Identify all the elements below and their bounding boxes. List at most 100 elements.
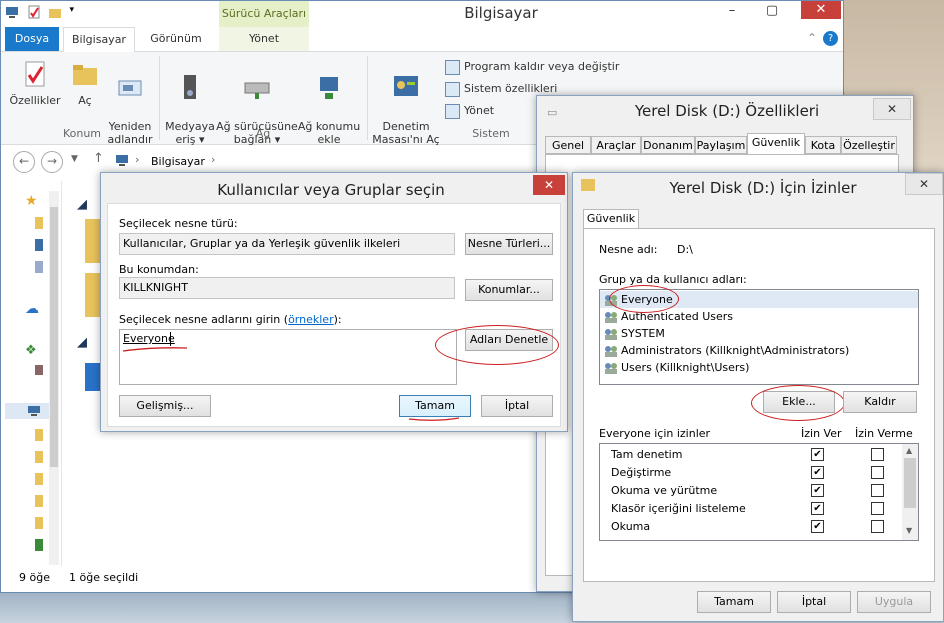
deny-checkbox[interactable] (871, 502, 884, 515)
folder-icon[interactable] (35, 473, 43, 485)
uninstall-program-command[interactable]: Program kaldır veya değiştir (445, 58, 619, 76)
maximize-button[interactable]: ▢ (757, 1, 787, 21)
folder-icon[interactable] (35, 429, 43, 441)
location-group-label: Konum (62, 127, 102, 140)
network-drive-icon (242, 73, 272, 103)
permissions-cancel-button[interactable]: İptal (777, 591, 851, 613)
user-icon[interactable] (35, 365, 43, 375)
folder-icon[interactable] (35, 495, 43, 507)
allow-checkbox[interactable]: ✔ (811, 484, 824, 497)
text-caret (170, 332, 171, 346)
permissions-dialog-title: Yerel Disk (D:) İçin İzinler (669, 179, 857, 197)
ribbon-collapse-icon[interactable]: ⌃ (807, 31, 817, 45)
content-group-header-icon: ◢ (77, 335, 87, 350)
deny-checkbox[interactable] (871, 484, 884, 497)
permissions-close-button[interactable]: ✕ (905, 173, 943, 195)
permission-name: Klasör içeriğini listeleme (611, 502, 746, 515)
tab-hardware[interactable]: Donanım (641, 136, 695, 154)
breadcrumb[interactable]: Bilgisayar (151, 155, 205, 168)
drive-icon[interactable] (35, 539, 43, 551)
help-icon[interactable]: ? (823, 31, 838, 46)
permissions-ok-button[interactable]: Tamam (697, 591, 771, 613)
tab-general[interactable]: Genel (545, 136, 591, 154)
recent-icon[interactable] (35, 261, 43, 273)
rename-icon (115, 73, 145, 103)
media-server-icon (175, 73, 205, 103)
computer-nav-item[interactable] (5, 403, 51, 419)
list-item[interactable]: Users (Killknight\Users) (600, 359, 918, 376)
uninstall-program-label: Program kaldır veya değiştir (464, 60, 620, 73)
open-folder-icon (70, 60, 100, 90)
list-item[interactable]: SYSTEM (600, 325, 918, 342)
back-button[interactable]: ← (13, 151, 35, 173)
recent-locations-icon[interactable]: ▼ (71, 154, 78, 164)
forward-button[interactable]: → (41, 151, 63, 173)
nav-scrollbar-thumb[interactable] (50, 207, 58, 467)
deny-checkbox[interactable] (871, 466, 884, 479)
desktop-icon[interactable] (35, 239, 43, 251)
permissions-dialog: Yerel Disk (D:) İçin İzinler ✕ Güvenlik … (572, 172, 944, 622)
tab-computer[interactable]: Bilgisayar (63, 27, 135, 52)
red-circle-annotation (435, 325, 559, 365)
tab-file[interactable]: Dosya (5, 27, 59, 51)
list-item[interactable]: Administrators (Killknight\Administrator… (600, 342, 918, 359)
tab-security[interactable]: Güvenlik (747, 133, 805, 155)
computer-icon (28, 406, 40, 416)
uninstall-icon (445, 59, 460, 75)
select-dialog-close-button[interactable]: ✕ (533, 175, 565, 195)
tab-quota[interactable]: Kota (805, 136, 841, 154)
scroll-down-icon[interactable]: ▼ (906, 526, 912, 535)
advanced-button[interactable]: Gelişmiş... (119, 395, 211, 417)
tab-customize[interactable]: Özelleştir (841, 136, 897, 154)
scrollbar-thumb[interactable] (904, 458, 916, 508)
chevron-down-icon[interactable]: ▾ (70, 5, 78, 19)
skydrive-cloud-icon[interactable]: ☁ (25, 301, 39, 317)
tab-view[interactable]: Görünüm (141, 27, 211, 51)
tab-manage[interactable]: Yönet (219, 27, 309, 51)
scroll-up-icon[interactable]: ▲ (906, 446, 912, 455)
deny-checkbox[interactable] (871, 448, 884, 461)
properties-button[interactable]: Özellikler (7, 60, 63, 107)
favorites-star-icon[interactable]: ★ (25, 193, 38, 209)
locations-button[interactable]: Konumlar... (465, 279, 553, 301)
select-cancel-button[interactable]: İptal (481, 395, 553, 417)
manage-command[interactable]: Yönet (445, 102, 494, 120)
permission-row: Değiştirme ✔ (599, 463, 899, 481)
object-types-button[interactable]: Nesne Türleri... (465, 233, 553, 255)
up-arrow-icon[interactable]: ↑ (93, 151, 104, 166)
properties-close-button[interactable]: ✕ (873, 98, 911, 120)
deny-checkbox[interactable] (871, 520, 884, 533)
close-button[interactable]: ✕ (801, 1, 841, 19)
ribbon-separator (367, 56, 368, 140)
item-count: 9 öğe (19, 571, 50, 584)
permissions-scrollbar[interactable]: ▲ ▼ (902, 444, 918, 540)
allow-checkbox[interactable]: ✔ (811, 502, 824, 515)
allow-checkbox[interactable]: ✔ (811, 448, 824, 461)
folder-icon[interactable] (35, 517, 43, 529)
nav-scrollbar[interactable] (49, 191, 59, 565)
computer-icon[interactable] (5, 5, 19, 19)
select-ok-button[interactable]: Tamam (399, 395, 471, 417)
examples-link[interactable]: örnekler (288, 313, 334, 326)
tab-tools[interactable]: Araçlar (591, 136, 641, 154)
enter-names-label-text: Seçilecek nesne adlarını girin ( (119, 313, 289, 326)
folder-icon[interactable] (35, 217, 43, 229)
group-name: Administrators (Killknight\Administrator… (621, 344, 850, 357)
open-button[interactable]: Aç (65, 60, 105, 107)
users-group-icon (604, 345, 618, 357)
tab-sharing[interactable]: Paylaşım (695, 136, 747, 154)
red-underline-annotation (408, 417, 460, 421)
allow-checkbox[interactable]: ✔ (811, 520, 824, 533)
homegroup-icon[interactable]: ❖ (25, 343, 37, 358)
breadcrumb-chevron-icon: › (211, 153, 216, 166)
allow-checkbox[interactable]: ✔ (811, 466, 824, 479)
folder-icon[interactable] (35, 451, 43, 463)
properties-icon[interactable] (27, 5, 41, 19)
minimize-button[interactable]: – (717, 1, 747, 21)
object-names-input[interactable]: Everyone (119, 329, 457, 385)
new-folder-icon[interactable] (48, 5, 62, 19)
tab-security[interactable]: Güvenlik (583, 209, 639, 229)
properties-icon (20, 60, 50, 90)
permissions-apply-button[interactable]: Uygula (857, 591, 931, 613)
remove-button[interactable]: Kaldır (843, 391, 917, 413)
